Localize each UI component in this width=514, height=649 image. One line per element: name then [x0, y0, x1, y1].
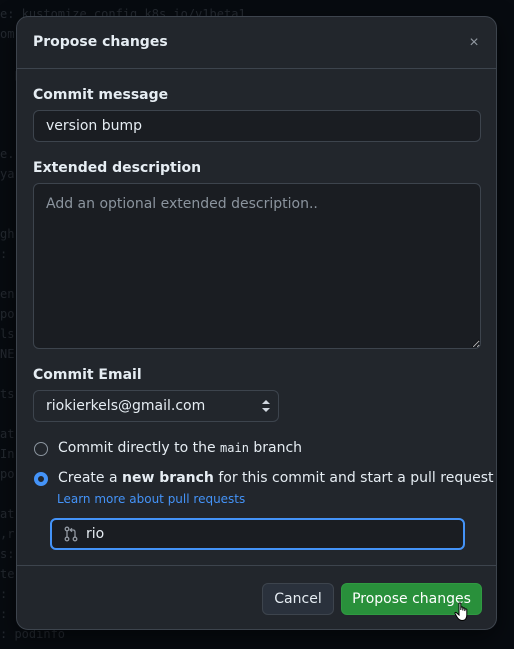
dialog-footer: Cancel Propose changes [17, 565, 496, 629]
propose-changes-dialog: Propose changes × Commit message Extende… [16, 16, 497, 630]
commit-message-label: Commit message [33, 87, 169, 103]
dialog-header: Propose changes × [17, 17, 496, 69]
main-branch-name: main [220, 441, 249, 455]
cancel-button[interactable]: Cancel [262, 583, 334, 615]
close-icon[interactable]: × [464, 33, 484, 53]
branch-name-field[interactable] [50, 518, 465, 550]
new-branch-radio[interactable] [34, 472, 48, 486]
git-pull-request-icon [64, 526, 78, 542]
commit-email-value: riokierkels@gmail.com [46, 398, 206, 414]
propose-changes-button[interactable]: Propose changes [341, 583, 482, 615]
learn-more-pull-requests-link[interactable]: Learn more about pull requests [57, 492, 245, 506]
commit-email-select[interactable]: riokierkels@gmail.com [33, 390, 279, 422]
dialog-title: Propose changes [33, 34, 168, 50]
select-arrows-icon [262, 400, 270, 412]
extended-description-input[interactable] [33, 183, 481, 349]
branch-name-input[interactable] [86, 520, 446, 548]
commit-direct-label: Commit directly to the main branch [58, 440, 303, 456]
commit-email-label: Commit Email [33, 367, 142, 383]
commit-direct-radio[interactable] [34, 442, 48, 456]
new-branch-label: Create a new branch for this commit and … [58, 470, 494, 486]
commit-message-input[interactable] [33, 110, 481, 142]
extended-description-label: Extended description [33, 160, 202, 176]
